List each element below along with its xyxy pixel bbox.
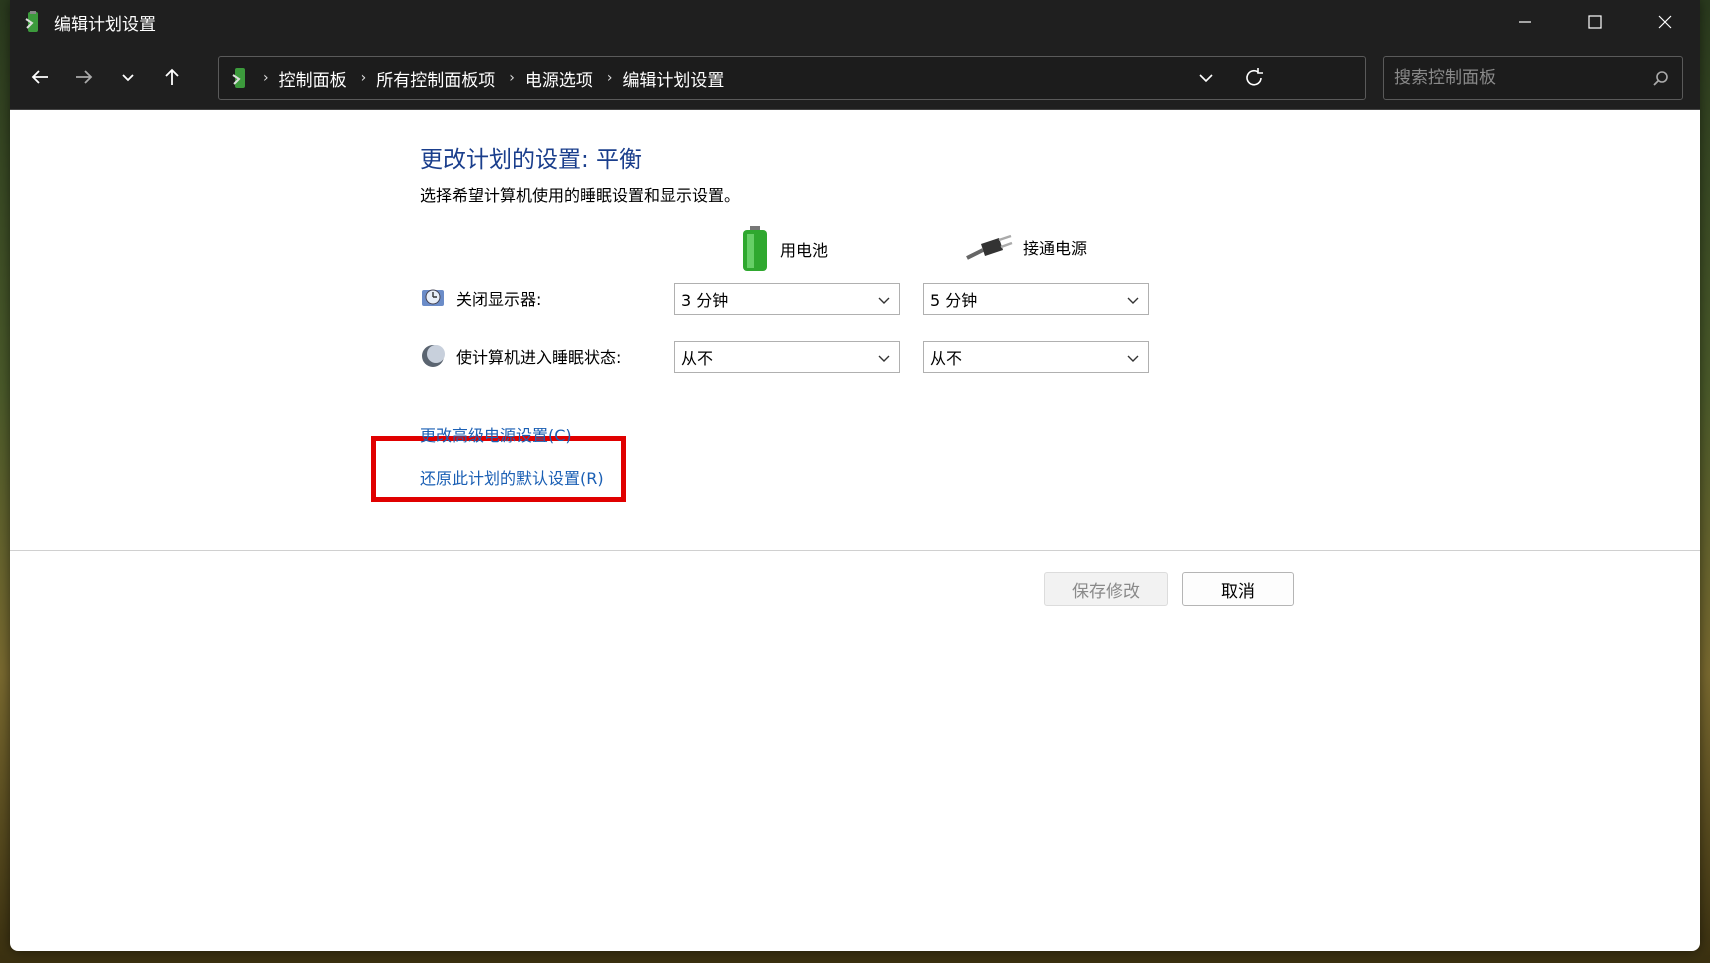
battery-column-header: 用电池 [740, 226, 828, 272]
ac-column-label: 接通电源 [1023, 239, 1088, 258]
page-subtitle: 选择希望计算机使用的睡眠设置和显示设置。 [420, 186, 741, 205]
battery-icon [743, 226, 767, 271]
cancel-button[interactable]: 取消 [1182, 572, 1294, 606]
battery-column-label: 用电池 [780, 241, 829, 260]
minimize-icon [1519, 21, 1531, 23]
ac-column-header: 接通电源 [965, 230, 1087, 264]
breadcrumb-separator: › [509, 70, 515, 86]
display-off-battery-select[interactable]: 3 分钟 [674, 283, 900, 315]
close-button[interactable] [1630, 0, 1700, 44]
sleep-battery-select[interactable]: 从不 [674, 341, 900, 373]
chevron-down-icon [878, 355, 890, 362]
navigation-bar: › 控制面板 › 所有控制面板项 › 电源选项 › 编辑计划设置 [10, 44, 1700, 110]
breadcrumb-power-options[interactable]: 电源选项 [525, 66, 593, 91]
arrow-left-icon [31, 69, 48, 84]
breadcrumb-control-panel[interactable]: 控制面板 [279, 66, 347, 91]
forward-button[interactable] [62, 57, 106, 97]
address-bar[interactable]: › 控制面板 › 所有控制面板项 › 电源选项 › 编辑计划设置 [218, 56, 1366, 100]
refresh-icon[interactable] [1243, 67, 1265, 89]
search-input[interactable] [1384, 68, 1634, 88]
chevron-down-icon [878, 297, 890, 304]
breadcrumb-separator: › [263, 70, 269, 86]
title-bar: 编辑计划设置 [10, 0, 1700, 44]
plan-settings-content: 更改计划的设置: 平衡 选择希望计算机使用的睡眠设置和显示设置。 用电池 接通电… [10, 110, 1700, 950]
control-panel-window: 编辑计划设置 › 控制面板 › 所有控制面板项 › 电源选项 › 编辑计划设置 … [10, 0, 1700, 951]
address-history-icon[interactable] [1197, 69, 1215, 87]
display-off-battery-value: 3 分钟 [681, 291, 729, 310]
display-off-ac-value: 5 分钟 [930, 291, 978, 310]
chevron-down-icon [122, 73, 134, 81]
sleep-row-label: 使计算机进入睡眠状态: [420, 343, 621, 369]
recent-locations-button[interactable] [106, 57, 150, 97]
page-title: 更改计划的设置: 平衡 [420, 147, 643, 173]
display-off-row-label: 关闭显示器: [420, 285, 541, 311]
display-clock-icon [422, 289, 444, 306]
advanced-power-settings-link[interactable]: 更改高级电源设置(C) [420, 422, 572, 446]
breadcrumb-separator: › [606, 70, 613, 86]
control-panel-icon [232, 68, 245, 88]
display-off-label: 关闭显示器: [456, 290, 542, 309]
arrow-up-icon [165, 68, 179, 85]
sleep-battery-value: 从不 [681, 349, 714, 368]
search-box[interactable] [1383, 56, 1683, 100]
minimize-button[interactable] [1490, 0, 1560, 44]
up-button[interactable] [150, 57, 194, 97]
sleep-ac-select[interactable]: 从不 [923, 341, 1149, 373]
arrow-right-icon [76, 69, 93, 84]
chevron-down-icon [1127, 297, 1139, 304]
maximize-button[interactable] [1560, 0, 1630, 44]
display-off-ac-select[interactable]: 5 分钟 [923, 283, 1149, 315]
chevron-down-icon [1127, 355, 1139, 362]
save-changes-button[interactable]: 保存修改 [1044, 572, 1168, 606]
breadcrumb-all-items[interactable]: 所有控制面板项 [376, 66, 495, 91]
search-icon [1653, 71, 1668, 86]
divider [10, 550, 1700, 551]
power-plug-icon [966, 234, 1013, 260]
close-icon [1658, 15, 1672, 29]
back-button[interactable] [18, 57, 62, 97]
restore-defaults-link[interactable]: 还原此计划的默认设置(R) [420, 465, 604, 489]
window-title: 编辑计划设置 [54, 14, 156, 35]
breadcrumb-separator: › [360, 70, 367, 86]
breadcrumb-edit-plan[interactable]: 编辑计划设置 [622, 66, 724, 91]
maximize-icon [1588, 15, 1602, 29]
power-plan-icon [25, 11, 38, 32]
sleep-ac-value: 从不 [930, 349, 963, 368]
sleep-label: 使计算机进入睡眠状态: [456, 348, 622, 367]
sleep-moon-icon [422, 345, 445, 367]
